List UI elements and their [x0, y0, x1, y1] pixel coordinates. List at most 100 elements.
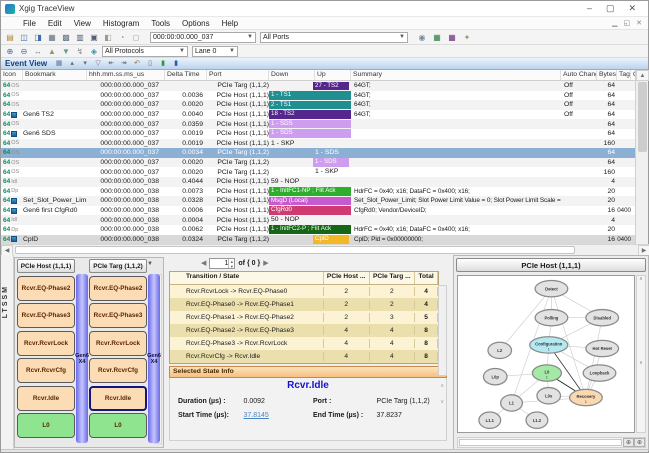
copy-icon[interactable]: ◻ — [130, 32, 142, 43]
diagram-hscrollbar[interactable]: ⊕ ⊕ — [457, 437, 646, 448]
event-row[interactable]: 64Gen6 first CfgRd0000:00:00.000_0380.00… — [1, 206, 637, 216]
event-row[interactable]: 64OS000:00:00.000_0370.0019PCIe Host (1,… — [1, 139, 637, 149]
maximize-button[interactable]: ▢ — [606, 3, 615, 14]
event-row[interactable]: 64OS000:00:00.000_0370.0020PCIe Targ (1,… — [1, 167, 637, 177]
state-node-l1[interactable]: L1 — [501, 395, 523, 411]
event-row[interactable]: 64OS000:00:00.000_0370.0020PCIe Targ (1,… — [1, 158, 637, 168]
event-row[interactable]: 64Dp000:00:00.000_0380.0062PCIe Host (1,… — [1, 225, 637, 235]
purple-board-icon[interactable]: ▦ — [446, 32, 458, 43]
marker-down-icon[interactable]: ▼ — [60, 46, 72, 57]
state-node-l1_2[interactable]: L1.2 — [526, 412, 548, 428]
scroll-right-icon[interactable]: ▶ — [638, 245, 649, 256]
state-node-recovery[interactable]: Recovery1 — [570, 389, 603, 405]
diagram-hscroll-thumb[interactable] — [459, 439, 622, 446]
event-row[interactable]: 64Gen6 TS2000:00:00.000_0370.0040PCIe Ho… — [1, 110, 637, 120]
ltssm-state-rcvr-eq-phase3[interactable]: Rcvr.EQ-Phase3 — [89, 303, 147, 328]
transition-row[interactable]: Rcvr.EQ-Phase2 -> Rcvr.EQ-Phase3448 — [170, 324, 438, 337]
fit-width-icon[interactable]: ↔ — [32, 46, 44, 57]
transition-row[interactable]: Rcvr.EQ-Phase3 -> Rcvr.RcvrLock448 — [170, 337, 438, 350]
state-node-loopback[interactable]: Loopback — [583, 365, 616, 381]
state-node-disabled[interactable]: Disabled — [586, 310, 619, 326]
transition-col-header[interactable]: Total — [415, 272, 438, 284]
info-icon[interactable]: ◉ — [416, 32, 428, 43]
col-header-bookmark[interactable]: Bookmark — [23, 70, 87, 80]
ltssm-state-rcvr-idle[interactable]: Rcvr.Idle — [89, 386, 147, 411]
menu-histogram[interactable]: Histogram — [97, 19, 145, 28]
ltssm-state-rcvr-rcvrcfg[interactable]: Rcvr.RcvrCfg — [17, 358, 75, 383]
start-time-link[interactable]: 37.8145 — [244, 412, 313, 419]
event-row[interactable]: 64OS000:00:00.000_0370.0036PCIe Host (1,… — [1, 91, 637, 101]
minimize-button[interactable]: – — [587, 3, 592, 14]
menu-tools[interactable]: Tools — [145, 19, 176, 28]
event-row[interactable]: 64OS000:00:00.000_0370.0034PCIe Targ (1,… — [1, 148, 637, 158]
col-header-tag[interactable]: Tag — [617, 70, 631, 80]
vscroll-thumb[interactable] — [638, 82, 647, 152]
ltssm-state-l0[interactable]: L0 — [89, 413, 147, 438]
state-node-configuration[interactable]: Configuration1 — [530, 337, 568, 353]
state-node-l2[interactable]: L2 — [488, 342, 512, 358]
ports-combo[interactable]: All Ports ▼ — [260, 32, 408, 43]
marker-up-icon[interactable]: ▲ — [46, 46, 58, 57]
spinner-icons[interactable]: ▲▼ — [228, 259, 234, 268]
transition-row[interactable]: Rcvr.RcvrLock -> Rcvr.EQ-Phase0224 — [170, 285, 438, 298]
save-icon[interactable]: ◫ — [18, 32, 30, 43]
ltssm-state-rcvr-rcvrcfg[interactable]: Rcvr.RcvrCfg — [89, 358, 147, 383]
prev-event-icon[interactable]: ↞ — [105, 59, 117, 69]
col-header-delta-time[interactable]: Delta Time — [165, 70, 207, 80]
blue-marker-icon[interactable]: ▮ — [170, 59, 182, 69]
scroll-left-icon[interactable]: ◀ — [1, 245, 13, 256]
transition-row[interactable]: Rcvr.RcvrCfg -> Rcvr.Idle448 — [170, 350, 438, 363]
transition-row[interactable]: Rcvr.EQ-Phase0 -> Rcvr.EQ-Phase1224 — [170, 298, 438, 311]
event-row[interactable]: 64OS000:00:00.000_0370.0359PCIe Host (1,… — [1, 119, 637, 129]
ltssm-port-button[interactable]: PCIe Targ (1,1,2) — [89, 259, 147, 273]
transition-row[interactable]: Rcvr.EQ-Phase1 -> Rcvr.EQ-Phase2235 — [170, 311, 438, 324]
state-node-l1_1[interactable]: L1.1 — [479, 412, 501, 428]
hardware-icon[interactable]: ▩ — [60, 32, 72, 43]
time-combo[interactable]: 000:00:00.000_037 ▼ — [150, 32, 256, 43]
grid-view-icon[interactable]: ▥ — [74, 32, 86, 43]
zoom-out-icon[interactable]: ⊕ — [634, 438, 645, 447]
col-header-up[interactable]: Up — [315, 70, 351, 80]
bulb-icon[interactable]: ✦ — [461, 32, 473, 43]
page-next-icon[interactable]: ▶ — [263, 259, 268, 267]
event-row[interactable]: 64Gen6 SDS000:00:00.000_0370.0019PCIe Ho… — [1, 129, 637, 139]
protocols-combo[interactable]: All Protocols ▼ — [102, 46, 188, 57]
event-table-vscrollbar[interactable]: ▲ — [635, 70, 648, 255]
ltssm-port-button[interactable]: PCIe Host (1,1,1) — [17, 259, 75, 273]
scroll-up-icon[interactable]: ▲ — [636, 70, 649, 81]
zoom-out-icon[interactable]: ⊖ — [18, 46, 30, 57]
green-marker-icon[interactable]: ▮ — [157, 59, 169, 69]
print-icon[interactable]: ◔ — [116, 32, 128, 43]
split-icon[interactable]: ▯ — [144, 59, 156, 69]
save-all-icon[interactable]: ◨ — [32, 32, 44, 43]
state-node-l0[interactable]: L01 — [532, 365, 561, 381]
up-icon[interactable]: ▴ — [66, 59, 78, 69]
col-header-down[interactable]: Down — [269, 70, 315, 80]
transition-table-scrollbar[interactable] — [438, 285, 447, 376]
green-board-icon[interactable]: ▦ — [431, 32, 443, 43]
chevron-down-icon[interactable]: ▼ — [147, 261, 153, 267]
ltssm-state-rcvr-eq-phase2[interactable]: Rcvr.EQ-Phase2 — [17, 276, 75, 301]
state-node-detect[interactable]: Detect — [535, 281, 568, 297]
open-trace-icon[interactable]: ▤ — [4, 32, 16, 43]
transition-col-header[interactable]: PCIe Host ... — [324, 272, 370, 284]
col-header-icon[interactable]: Icon — [1, 70, 23, 80]
state-node-hot_reset[interactable]: Hot Reset — [586, 340, 619, 356]
menu-file[interactable]: File — [17, 19, 42, 28]
table-view-icon[interactable]: ▣ — [88, 32, 100, 43]
event-row[interactable]: 64OS000:00:00.000_0370.0020PCIe Host (1,… — [1, 100, 637, 110]
col-header-auto-change[interactable]: Auto Change — [561, 70, 597, 80]
mdi-close-icon[interactable]: ✕ — [636, 19, 642, 27]
mdi-minimize-icon[interactable]: ▁ — [612, 19, 617, 27]
chart-view-icon[interactable]: ◧ — [102, 32, 114, 43]
event-row[interactable]: 64CplD000:00:00.000_0380.0324PCIe Targ (… — [1, 235, 637, 245]
event-row[interactable]: 64Set_Slot_Power_Limit000:00:00.000_0380… — [1, 196, 637, 206]
zoom-in-icon[interactable]: ⊕ — [4, 46, 16, 57]
next-event-icon[interactable]: ↠ — [118, 59, 130, 69]
grid-icon[interactable]: ▦ — [53, 59, 65, 69]
col-header-hhh-mm-ss-ms-us[interactable]: hhh.mm.ss.ms_us — [87, 70, 165, 80]
filter-icon[interactable]: ▽ — [92, 59, 104, 69]
state-node-polling[interactable]: Polling — [535, 310, 568, 326]
zoom-in-icon[interactable]: ⊕ — [623, 438, 634, 447]
hscroll-thumb[interactable] — [15, 246, 575, 254]
